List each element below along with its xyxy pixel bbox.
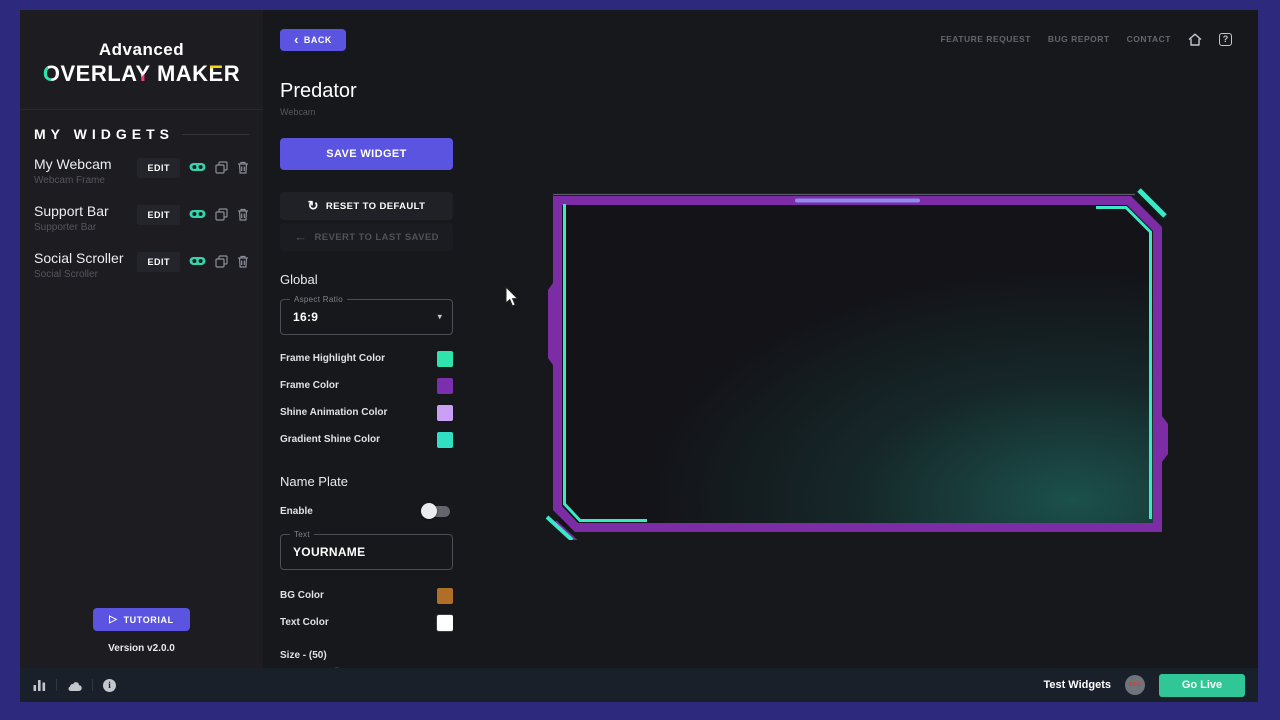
color-row-text-color: Text Color [280,609,453,636]
delete-icon[interactable] [237,205,249,223]
size-slider[interactable] [280,667,453,668]
status-bar: i Test Widgets REC Go Live [20,668,1258,702]
app-logo: Advanced OVERLAY MAKER [20,10,263,109]
widget-row-my-webcam: My Webcam Webcam Frame EDIT [20,152,263,190]
webcam-frame-canvas [545,188,1170,540]
visibility-goggles-icon[interactable] [189,158,206,176]
chevron-left-icon: ‹ [294,33,299,46]
back-button[interactable]: ‹ BACK [280,29,346,51]
name-plate-section-heading: Name Plate [280,474,453,489]
sidebar: Advanced OVERLAY MAKER MY WIDGETS My Web… [20,10,263,668]
arrow-left-icon: ← [294,230,307,243]
widget-type: Social Scroller [34,269,137,280]
text-color-swatch[interactable] [437,615,453,631]
color-row-frame-color: Frame Color [280,372,453,399]
nav-feature-request[interactable]: FEATURE REQUEST [940,34,1030,44]
aspect-ratio-label: Aspect Ratio [290,295,347,304]
widget-row-support-bar: Support Bar Supporter Bar EDIT [20,199,263,237]
visibility-goggles-icon[interactable] [189,205,206,223]
delete-icon[interactable] [237,252,249,270]
play-icon: ▷ [109,614,117,625]
cloud-icon[interactable] [67,676,82,694]
divider [92,679,93,691]
edit-button[interactable]: EDIT [137,205,180,225]
version-label: Version v2.0.0 [20,643,263,654]
text-field-label: Text [290,530,314,539]
test-widgets-label: Test Widgets [1043,679,1111,691]
nav-contact[interactable]: CONTACT [1127,34,1171,44]
delete-icon[interactable] [237,158,249,176]
aspect-ratio-select[interactable]: Aspect Ratio 16:9 ▾ [280,299,453,335]
enable-toggle[interactable] [421,502,453,520]
enable-row: Enable [280,499,453,523]
top-nav: FEATURE REQUEST BUG REPORT CONTACT ? [940,10,1232,68]
nav-bug-report[interactable]: BUG REPORT [1048,34,1110,44]
edit-button[interactable]: EDIT [137,252,180,272]
bg-color-swatch[interactable] [437,588,453,604]
global-color-list: Frame Highlight Color Frame Color Shine … [280,345,453,453]
divider [20,109,263,110]
widget-type: Supporter Bar [34,222,137,233]
duplicate-icon[interactable] [215,205,228,223]
widget-row-social-scroller: Social Scroller Social Scroller EDIT [20,246,263,284]
color-row-frame-highlight: Frame Highlight Color [280,345,453,372]
text-field-value: YOURNAME [281,535,452,569]
refresh-icon: ↻ [308,199,319,212]
edit-button[interactable]: EDIT [137,158,180,178]
go-live-button[interactable]: Go Live [1159,674,1245,697]
tutorial-button[interactable]: ▷ TUTORIAL [93,608,189,631]
duplicate-icon[interactable] [215,158,228,176]
divider [56,679,57,691]
color-row-shine-animation: Shine Animation Color [280,399,453,426]
shine-animation-color-swatch[interactable] [437,405,453,421]
chevron-down-icon: ▾ [437,312,442,323]
app-window: Advanced OVERLAY MAKER MY WIDGETS My Web… [20,10,1258,702]
color-row-gradient-shine: Gradient Shine Color [280,426,453,453]
rec-button[interactable]: REC [1125,675,1145,695]
widget-name: Support Bar [34,203,137,219]
widget-settings-panel: Predator Webcam SAVE WIDGET ↻ RESET TO D… [280,80,453,668]
size-label: Size - (50) [280,650,453,661]
home-icon[interactable] [1188,33,1202,46]
revert-to-last-saved-button[interactable]: ← REVERT TO LAST SAVED [280,223,453,251]
my-widgets-heading: MY WIDGETS [20,126,263,142]
global-section-heading: Global [280,272,453,287]
widget-name: Social Scroller [34,250,137,266]
webcam-frame-preview [545,188,1170,540]
widget-type: Webcam Frame [34,175,137,186]
aspect-ratio-value: 16:9 [281,300,452,334]
frame-color-swatch[interactable] [437,378,453,394]
widget-name: My Webcam [34,156,137,172]
main-area: ‹ BACK FEATURE REQUEST BUG REPORT CONTAC… [263,10,1258,668]
info-icon[interactable]: i [103,676,116,694]
save-widget-button[interactable]: SAVE WIDGET [280,138,453,170]
help-icon[interactable]: ? [1219,33,1232,46]
duplicate-icon[interactable] [215,252,228,270]
color-row-bg-color: BG Color [280,582,453,609]
logo-line2: OVERLAY MAKER [30,61,253,87]
enable-label: Enable [280,506,313,517]
reset-to-default-button[interactable]: ↻ RESET TO DEFAULT [280,192,453,220]
frame-highlight-color-swatch[interactable] [437,351,453,367]
bar-chart-icon[interactable] [33,676,46,694]
name-plate-color-list: BG Color Text Color [280,582,453,636]
slider-thumb[interactable] [332,668,343,669]
logo-line1: Advanced [30,40,253,60]
visibility-goggles-icon[interactable] [189,252,206,270]
page-subtitle: Webcam [280,107,453,117]
name-plate-text-input[interactable]: Text YOURNAME [280,534,453,570]
page-title: Predator [280,80,453,103]
gradient-shine-color-swatch[interactable] [437,432,453,448]
